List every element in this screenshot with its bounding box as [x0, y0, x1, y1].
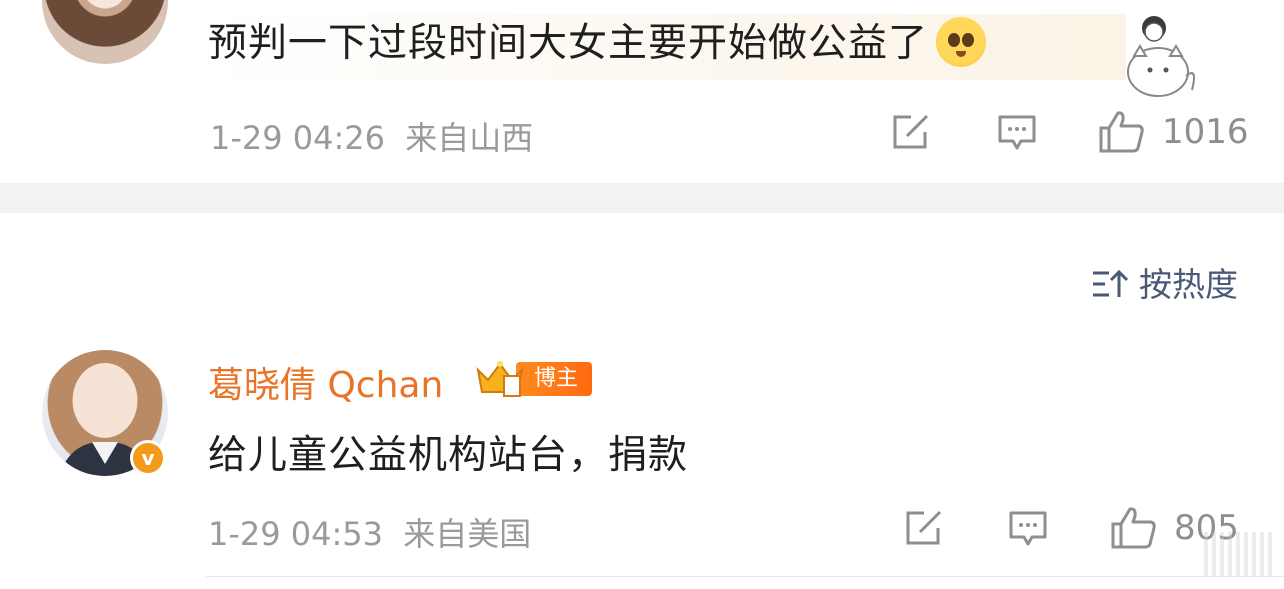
- comment-text-content: 预判一下过段时间大女主要开始做公益了: [208, 21, 929, 66]
- blogger-badge-label: 博主: [516, 362, 593, 396]
- pleading-face-emoji-icon: [936, 16, 987, 67]
- like-count: 1016: [1162, 112, 1249, 152]
- comment-meta: 1-29 04:26 来自山西: [210, 113, 533, 159]
- comment-date: 1-29 04:53: [208, 515, 384, 553]
- comment-icon[interactable]: [1008, 510, 1048, 548]
- like-icon[interactable]: [1098, 110, 1146, 154]
- comment-location: 来自美国: [403, 515, 532, 553]
- sort-by-hot-button[interactable]: 按热度: [1091, 258, 1238, 306]
- crown-icon: [474, 360, 526, 398]
- share-icon[interactable]: [891, 114, 931, 150]
- blogger-username[interactable]: 葛晓倩 Qchan: [208, 356, 443, 408]
- comment-text: 给儿童公益机构站台，捐款: [208, 433, 689, 478]
- comment-location: 来自山西: [405, 119, 534, 157]
- sort-icon: [1091, 265, 1139, 304]
- cat-girl-sticker-icon: [1118, 10, 1198, 102]
- comment-date: 1-29 04:26: [210, 119, 386, 157]
- watermark: [1204, 532, 1274, 576]
- like-icon[interactable]: [1110, 506, 1158, 550]
- comment-icon[interactable]: [997, 114, 1037, 152]
- comment-meta: 1-29 04:53 来自美国: [208, 509, 531, 555]
- section-separator: [0, 183, 1284, 213]
- verified-badge-icon: v: [130, 440, 166, 476]
- sort-label: 按热度: [1139, 265, 1238, 304]
- share-icon[interactable]: [904, 510, 944, 546]
- commenter-avatar[interactable]: [42, 0, 168, 64]
- blogger-badge: 博主: [474, 360, 593, 398]
- divider: [206, 576, 1284, 577]
- comment-text: 预判一下过段时间大女主要开始做公益了: [208, 14, 1127, 80]
